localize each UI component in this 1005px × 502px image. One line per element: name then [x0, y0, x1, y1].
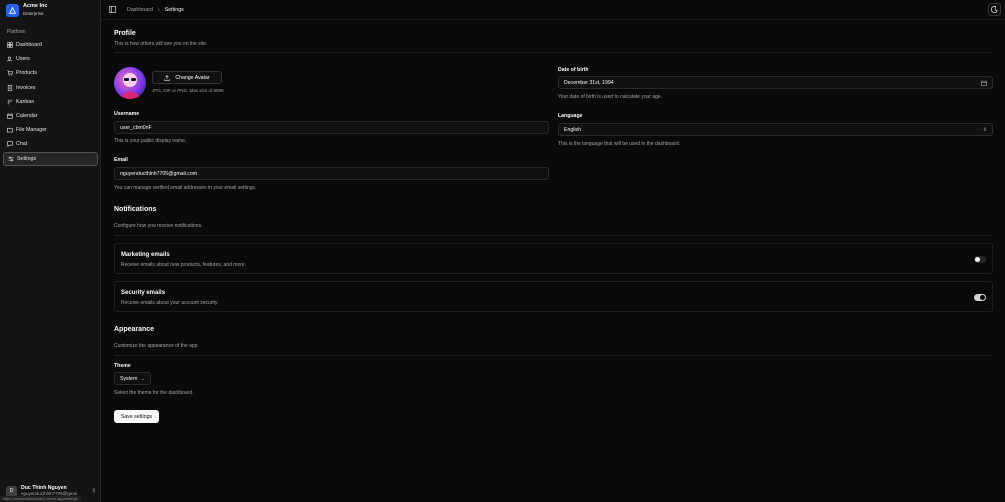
language-label: Language — [558, 113, 583, 119]
sidebar-item-label: Calendar — [16, 113, 38, 120]
dashboard-icon — [7, 42, 13, 48]
security-emails-switch[interactable] — [974, 294, 986, 301]
username-input[interactable]: user_cbm0nF — [114, 121, 549, 134]
moon-icon — [991, 6, 998, 13]
sidebar-item-kanban[interactable]: Kanban — [3, 95, 98, 109]
security-emails-desc: Receive emails about your account securi… — [121, 300, 219, 306]
profile-avatar — [114, 67, 146, 99]
username-help: This is your public display name. — [114, 138, 187, 144]
sidebar-item-label: Products — [16, 70, 37, 77]
sidebar-toggle-icon[interactable] — [109, 6, 116, 13]
invoice-icon — [7, 84, 13, 91]
profile-title: Profile — [114, 30, 136, 37]
security-emails-card: Security emails Receive emails about you… — [114, 281, 993, 312]
avatar-hint: JPG, GIF or PNG. Max size of 800K — [152, 88, 225, 93]
sidebar-item-label: File Manager — [16, 127, 47, 134]
kanban-icon — [7, 99, 13, 105]
dob-help: Your date of birth is used to calculate … — [558, 94, 663, 100]
chevron-down-icon: ⌄ — [140, 376, 145, 382]
sidebar-nav: Dashboard Users Products Invoices Kanban… — [3, 38, 98, 166]
sidebar-item-dashboard[interactable]: Dashboard — [3, 38, 98, 52]
breadcrumb-parent[interactable]: Dashboard — [127, 7, 153, 13]
brand-plan: Enterprise — [23, 11, 44, 16]
upload-icon — [164, 74, 171, 81]
sidebar-item-file-manager[interactable]: File Manager — [3, 123, 98, 137]
settings-icon — [8, 156, 14, 161]
notifications-title: Notifications — [114, 206, 157, 213]
change-avatar-label: Change Avatar — [175, 74, 210, 81]
brand-logo-icon — [6, 3, 19, 17]
sidebar-item-label: Settings — [17, 155, 37, 162]
dob-label: Date of birth — [558, 67, 589, 73]
notifications-desc: Configure how you receive notifications. — [114, 223, 203, 229]
sidebar-item-label: Kanban — [16, 98, 35, 105]
dob-picker[interactable]: December 31st, 1994 — [558, 76, 993, 89]
chat-icon — [7, 141, 13, 148]
avatar: D — [6, 485, 17, 497]
sidebar-item-settings[interactable]: Settings — [3, 151, 98, 166]
calendar-icon — [7, 113, 13, 119]
security-emails-title: Security emails — [121, 290, 166, 296]
topbar: Dashboard › Settings — [101, 0, 1005, 20]
sidebar-group-label: Platform — [7, 29, 26, 35]
status-url: https://adminodashboard.vercel.app/setti… — [0, 496, 81, 502]
marketing-emails-title: Marketing emails — [121, 252, 170, 258]
username-label: Username — [114, 111, 140, 117]
language-select[interactable]: English ⇕ — [558, 123, 993, 136]
email-input[interactable]: nguyenducthinh7705@gmail.com — [114, 167, 549, 180]
calendar-icon — [981, 80, 987, 86]
theme-help: Select the theme for the dashboard. — [114, 390, 194, 396]
marketing-emails-card: Marketing emails Receive emails about ne… — [114, 243, 993, 274]
users-icon — [7, 56, 12, 62]
brand[interactable]: Acme Inc Enterprise — [6, 3, 47, 17]
theme-toggle-button[interactable] — [988, 3, 1001, 16]
breadcrumb-current: Settings — [164, 7, 184, 13]
theme-label: Theme — [114, 363, 131, 369]
sidebar-item-invoices[interactable]: Invoices — [3, 81, 98, 95]
marketing-emails-desc: Receive emails about new products, featu… — [121, 262, 247, 268]
chevron-right-icon: › — [157, 7, 160, 13]
breadcrumb: Dashboard › Settings — [127, 7, 184, 13]
language-value: English — [564, 126, 582, 133]
sidebar-item-chat[interactable]: Chat — [3, 137, 98, 151]
save-settings-button[interactable]: Save settings — [114, 410, 159, 423]
sidebar-item-products[interactable]: Products — [3, 66, 98, 80]
language-help: This is the language that will be used i… — [558, 141, 681, 147]
email-help: You can manage verified email addresses … — [114, 185, 257, 191]
divider — [114, 235, 993, 236]
appearance-desc: Customize the appearance of the app. — [114, 343, 199, 349]
chevron-up-down-icon: ⇕ — [91, 488, 96, 494]
change-avatar-button[interactable]: Change Avatar — [152, 71, 222, 84]
chevron-up-down-icon: ⇕ — [982, 127, 987, 133]
divider — [114, 355, 993, 356]
email-label: Email — [114, 157, 128, 163]
sidebar-item-label: Chat — [16, 141, 28, 148]
sidebar-item-label: Users — [16, 56, 30, 63]
theme-select[interactable]: System ⌄ — [114, 372, 151, 385]
marketing-emails-switch[interactable] — [974, 256, 986, 263]
dob-value: December 31st, 1994 — [564, 79, 614, 86]
cart-icon — [7, 70, 13, 77]
divider — [114, 52, 993, 53]
sidebar-item-label: Dashboard — [16, 42, 42, 49]
sidebar-item-users[interactable]: Users — [3, 52, 98, 66]
appearance-title: Appearance — [114, 326, 155, 333]
sidebar-item-label: Invoices — [16, 84, 36, 91]
brand-name: Acme Inc — [23, 3, 48, 9]
sidebar: Acme Inc Enterprise Platform Dashboard U… — [0, 0, 101, 502]
theme-value: System — [120, 375, 138, 382]
profile-desc: This is how others will see you on the s… — [114, 41, 208, 47]
folder-icon — [7, 128, 13, 133]
sidebar-item-calendar[interactable]: Calendar — [3, 109, 98, 123]
